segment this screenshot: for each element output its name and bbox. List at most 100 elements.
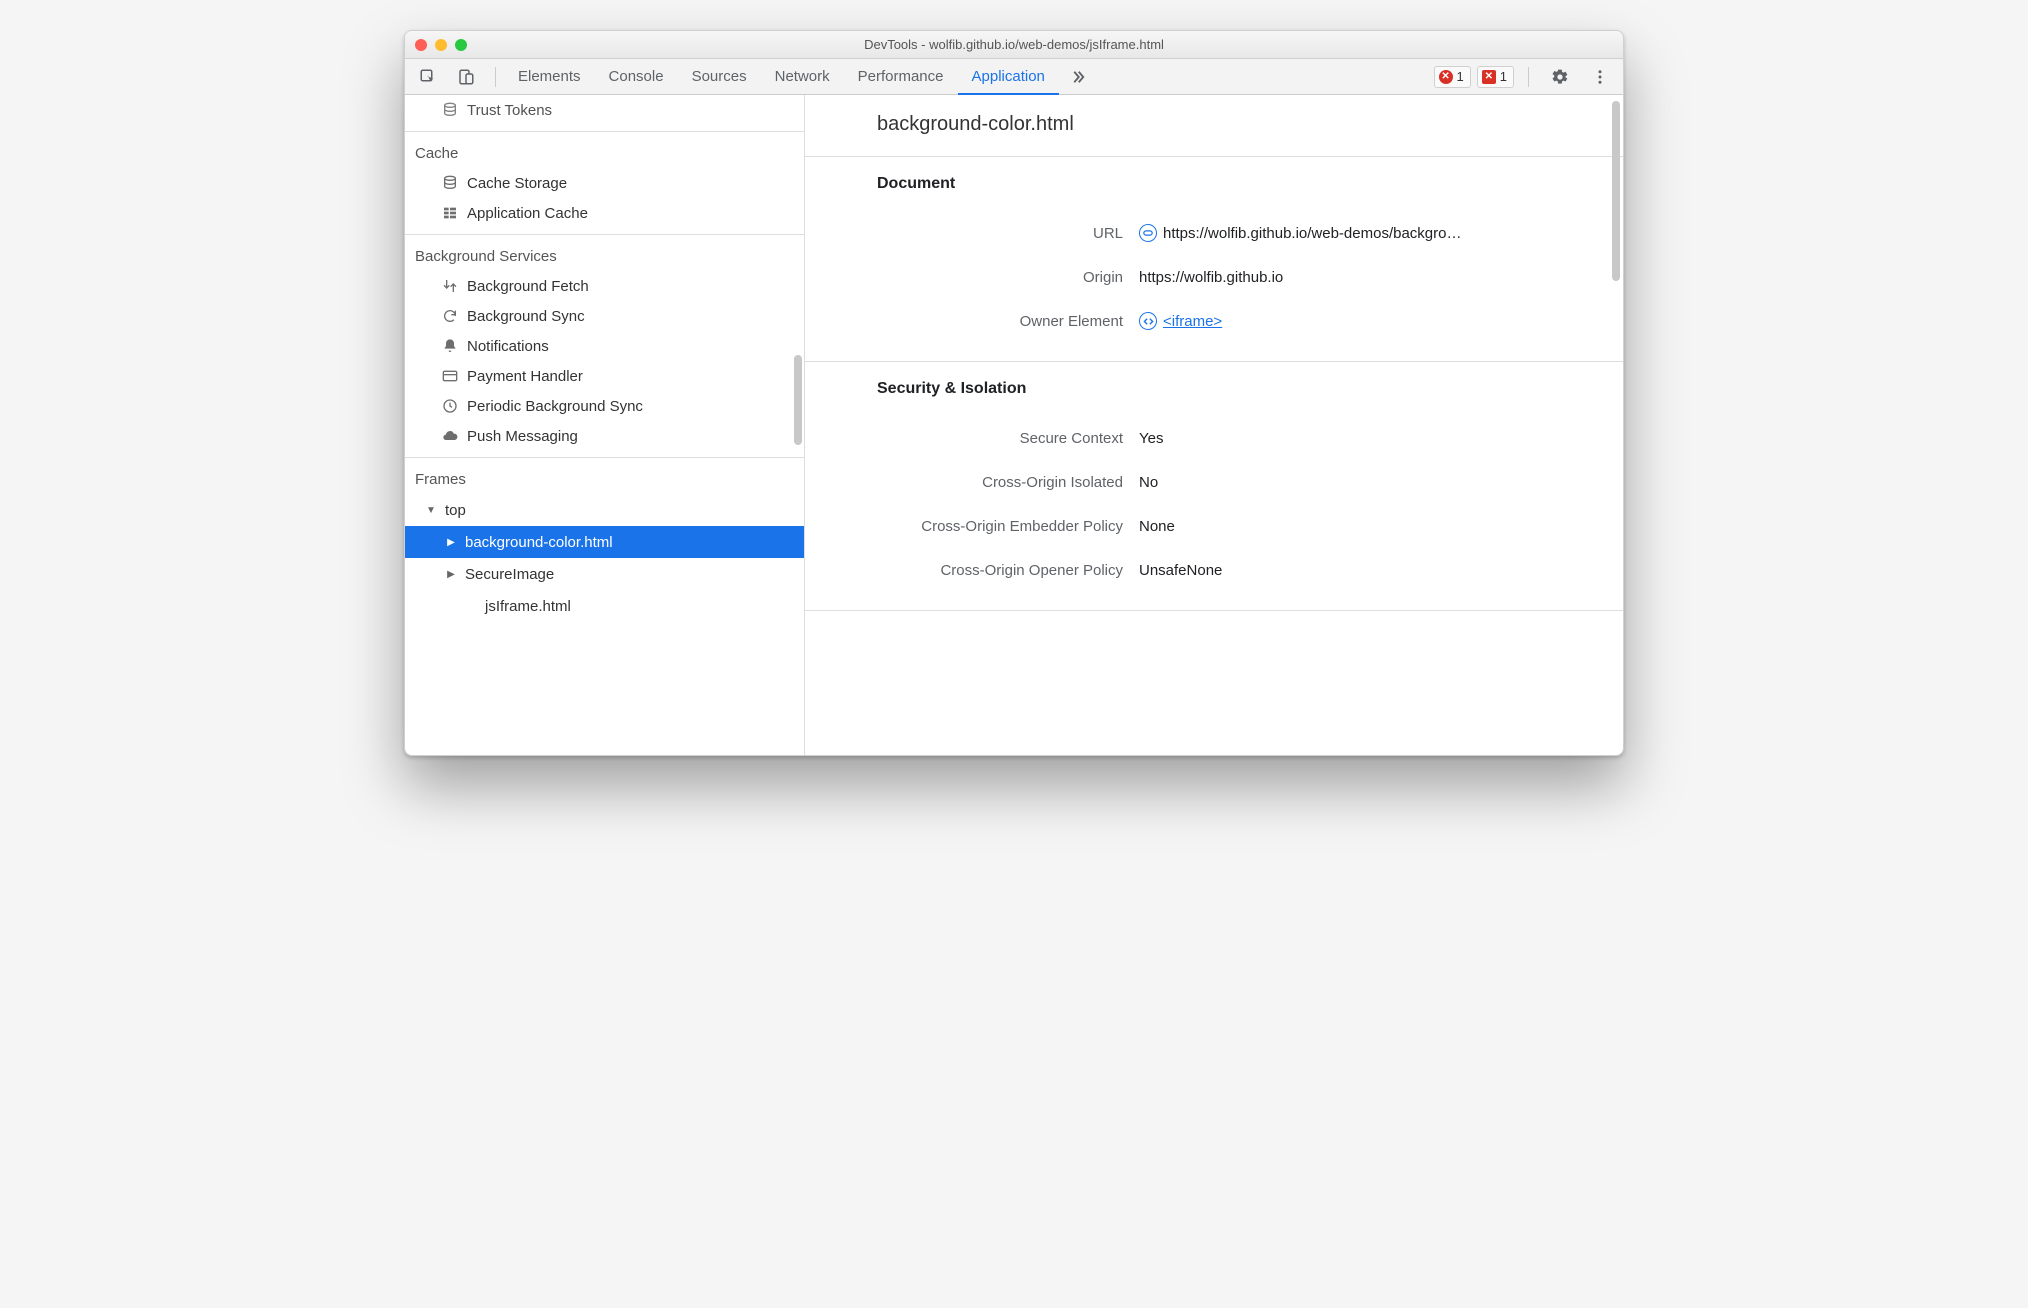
sidebar-item-background-sync[interactable]: Background Sync [405, 301, 804, 331]
sidebar-section-bg-services: Background Services [405, 241, 804, 271]
sidebar-item-periodic-sync[interactable]: Periodic Background Sync [405, 391, 804, 421]
divider [805, 610, 1623, 611]
sidebar-item-payment-handler[interactable]: Payment Handler [405, 361, 804, 391]
notifications-label: Notifications [467, 338, 549, 355]
trust-tokens-label: Trust Tokens [467, 102, 552, 119]
frames-header-label: Frames [415, 471, 466, 488]
secure-context-value: Yes [1139, 430, 1163, 447]
inspect-element-icon[interactable] [411, 64, 445, 90]
blocked-badge[interactable]: ✕ 1 [1477, 66, 1514, 88]
coi-value: No [1139, 474, 1158, 491]
tab-performance-label: Performance [858, 68, 944, 85]
sync-icon [441, 308, 459, 324]
window-maximize-button[interactable] [455, 39, 467, 51]
tab-network[interactable]: Network [761, 59, 844, 95]
database-icon [441, 175, 459, 191]
main-split: Trust Tokens Cache Cache Storage Ap [405, 95, 1623, 755]
tab-elements[interactable]: Elements [504, 59, 595, 95]
tab-separator [495, 67, 496, 87]
sidebar-item-application-cache[interactable]: Application Cache [405, 198, 804, 228]
row-coop: Cross-Origin Opener Policy UnsafeNone [829, 548, 1599, 592]
window-close-button[interactable] [415, 39, 427, 51]
coop-value: UnsafeNone [1139, 562, 1222, 579]
disclosure-triangle-icon[interactable]: ▶ [445, 569, 457, 580]
periodic-sync-label: Periodic Background Sync [467, 398, 643, 415]
application-sidebar[interactable]: Trust Tokens Cache Cache Storage Ap [405, 95, 805, 755]
cache-storage-label: Cache Storage [467, 175, 567, 192]
secure-context-label: Secure Context [829, 430, 1139, 447]
section-security-header: Security & Isolation [829, 380, 1599, 398]
coop-label: Cross-Origin Opener Policy [829, 562, 1139, 579]
clock-icon [441, 398, 459, 414]
element-tag-icon[interactable] [1139, 312, 1157, 330]
blocked-count: 1 [1500, 69, 1507, 84]
frames-child-bgcolor[interactable]: ▶ background-color.html [405, 526, 804, 558]
owner-value-link[interactable]: <iframe> [1163, 313, 1222, 330]
sidebar-inner: Trust Tokens Cache Cache Storage Ap [405, 95, 804, 632]
error-badge[interactable]: ✕ 1 [1434, 66, 1471, 88]
frames-tree: ▼ top ▶ background-color.html [405, 494, 804, 622]
owner-label: Owner Element [829, 313, 1139, 330]
sidebar-item-trust-tokens[interactable]: Trust Tokens [405, 95, 804, 125]
tabbar-left-icons [411, 64, 504, 90]
tab-performance[interactable]: Performance [844, 59, 958, 95]
sidebar-item-background-fetch[interactable]: Background Fetch [405, 271, 804, 301]
coep-value: None [1139, 518, 1175, 535]
bg-services-header-label: Background Services [415, 248, 557, 265]
error-count: 1 [1457, 69, 1464, 84]
frames-leaf-jsiframe[interactable]: jsIframe.html [405, 590, 804, 622]
settings-icon[interactable] [1543, 64, 1577, 90]
owner-value-cell: <iframe> [1139, 312, 1599, 330]
frames-child-secureimage-label: SecureImage [465, 566, 554, 583]
origin-value: https://wolfib.github.io [1139, 269, 1283, 286]
cloud-icon [441, 428, 459, 444]
divider [405, 457, 804, 458]
detail-scrollbar[interactable] [1612, 101, 1620, 281]
sidebar-item-push-messaging[interactable]: Push Messaging [405, 421, 804, 451]
bg-fetch-label: Background Fetch [467, 278, 589, 295]
tab-more-icon[interactable] [1059, 68, 1097, 86]
devtools-tabbar: Elements Console Sources Network Perform… [405, 59, 1623, 95]
bg-sync-label: Background Sync [467, 308, 585, 325]
frame-detail-pane[interactable]: background-color.html Document URL https… [805, 95, 1623, 755]
tab-console[interactable]: Console [595, 59, 678, 95]
detail-title: background-color.html [805, 95, 1623, 156]
sidebar-section-frames: Frames [405, 464, 804, 494]
kebab-menu-icon[interactable] [1583, 64, 1617, 90]
row-secure-context: Secure Context Yes [829, 416, 1599, 460]
tab-network-label: Network [775, 68, 830, 85]
tab-application-label: Application [972, 68, 1045, 85]
tab-sources[interactable]: Sources [678, 59, 761, 95]
device-toggle-icon[interactable] [449, 64, 483, 90]
row-cross-origin-isolated: Cross-Origin Isolated No [829, 460, 1599, 504]
url-value: https://wolfib.github.io/web-demos/backg… [1163, 225, 1461, 242]
application-cache-label: Application Cache [467, 205, 588, 222]
row-coep: Cross-Origin Embedder Policy None [829, 504, 1599, 548]
bell-icon [441, 338, 459, 354]
coi-label: Cross-Origin Isolated [829, 474, 1139, 491]
row-url: URL https://wolfib.github.io/web-demos/b… [829, 211, 1599, 255]
reveal-source-icon[interactable] [1139, 224, 1157, 242]
window-title: DevTools - wolfib.github.io/web-demos/js… [405, 37, 1623, 52]
cache-header-label: Cache [415, 145, 458, 162]
payment-handler-label: Payment Handler [467, 368, 583, 385]
window-minimize-button[interactable] [435, 39, 447, 51]
tab-sources-label: Sources [692, 68, 747, 85]
tab-separator [1528, 67, 1529, 87]
tab-console-label: Console [609, 68, 664, 85]
error-icon: ✕ [1439, 70, 1453, 84]
divider [405, 131, 804, 132]
section-document-header: Document [829, 175, 1599, 193]
sidebar-item-notifications[interactable]: Notifications [405, 331, 804, 361]
devtools-window: DevTools - wolfib.github.io/web-demos/js… [404, 30, 1624, 756]
disclosure-triangle-icon[interactable]: ▶ [445, 537, 457, 548]
sidebar-scrollbar[interactable] [794, 355, 802, 445]
origin-label: Origin [829, 269, 1139, 286]
tab-application[interactable]: Application [958, 59, 1059, 95]
disclosure-triangle-icon[interactable]: ▼ [425, 505, 437, 516]
sidebar-item-cache-storage[interactable]: Cache Storage [405, 168, 804, 198]
frames-top-row[interactable]: ▼ top [405, 494, 804, 526]
frames-child-secureimage[interactable]: ▶ SecureImage [405, 558, 804, 590]
blocked-icon: ✕ [1482, 70, 1496, 84]
tabbar-right: ✕ 1 ✕ 1 [1434, 64, 1617, 90]
